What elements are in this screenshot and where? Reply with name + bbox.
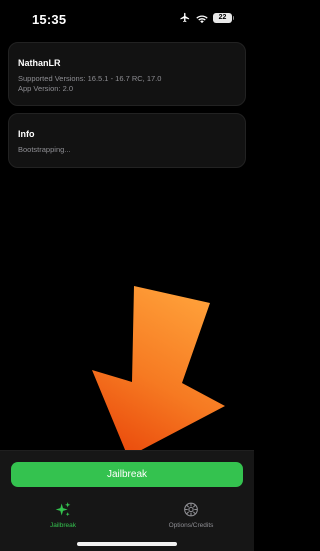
- battery-icon: 22: [213, 12, 234, 23]
- device-card-title: NathanLR: [18, 58, 61, 68]
- home-indicator[interactable]: [77, 542, 177, 546]
- tab-jailbreak[interactable]: Jailbreak: [40, 501, 86, 529]
- app-version-text: App Version: 2.0: [18, 84, 74, 93]
- supported-versions-text: Supported Versions: 16.5.1 - 16.7 RC, 17…: [18, 74, 162, 83]
- arrow-down-left-icon: [80, 283, 230, 461]
- battery-level: 22: [218, 13, 227, 21]
- info-card: Info Bootstrapping...: [8, 113, 246, 168]
- info-card-title: Info: [18, 129, 35, 139]
- sparkles-icon: [55, 501, 71, 518]
- status-time: 15:35: [32, 12, 67, 27]
- tab-jailbreak-label: Jailbreak: [49, 522, 76, 529]
- jailbreak-button[interactable]: Jailbreak: [11, 462, 243, 487]
- gear-icon: [183, 501, 199, 518]
- tab-options-credits-label: Options/Credits: [168, 522, 214, 529]
- airplane-icon: [179, 12, 191, 23]
- wifi-icon: [196, 13, 208, 23]
- info-status-text: Bootstrapping...: [18, 145, 71, 154]
- status-icons: 22: [179, 12, 234, 23]
- status-bar: 15:35 22: [0, 0, 254, 36]
- tab-options-credits[interactable]: Options/Credits: [155, 501, 227, 529]
- device-card: NathanLR Supported Versions: 16.5.1 - 16…: [8, 42, 246, 106]
- bottom-panel: Jailbreak Jailbreak Options/Credits: [0, 450, 254, 551]
